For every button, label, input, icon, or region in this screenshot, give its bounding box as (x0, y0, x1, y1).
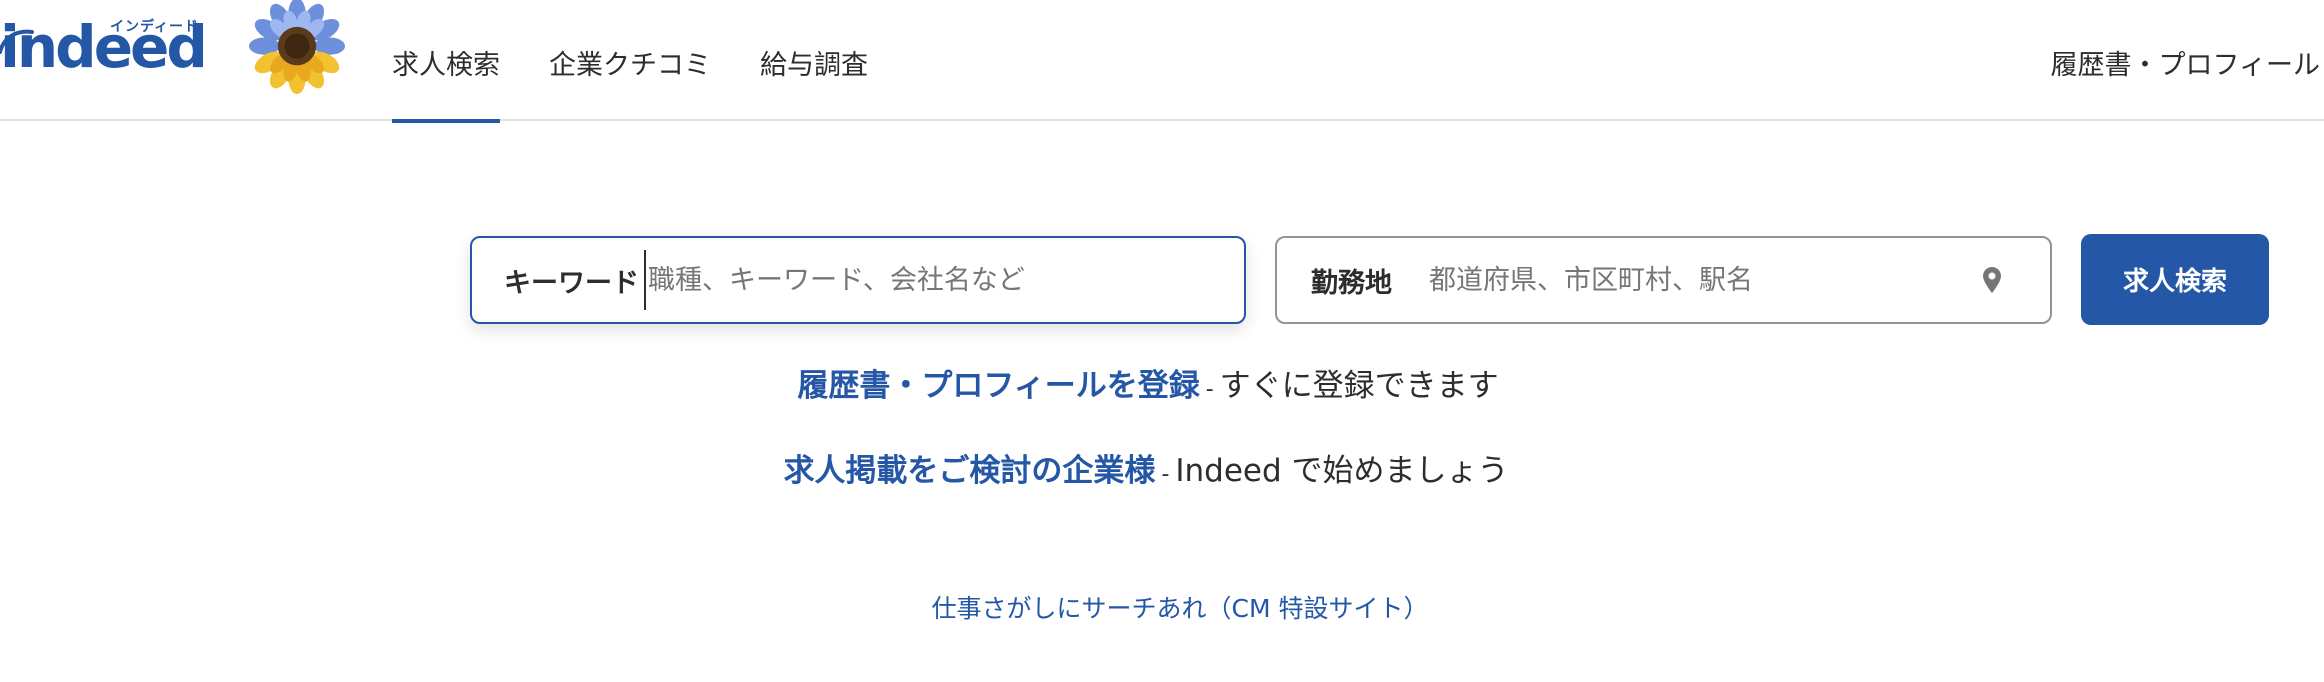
promo-resume-text: すぐに登録できます (1219, 368, 1499, 404)
keyword-input[interactable] (644, 250, 1214, 310)
keyword-search-box[interactable]: キーワード (470, 236, 1246, 324)
cm-site-link[interactable]: 仕事さがしにサーチあれ（CM 特設サイト） (932, 594, 1429, 623)
cm-site-link-row: 仕事さがしにサーチあれ（CM 特設サイト） (0, 589, 2324, 625)
location-input[interactable] (1427, 250, 1972, 310)
location-search-box[interactable]: 勤務地 (1275, 236, 2052, 324)
location-label: 勤務地 (1311, 267, 1392, 299)
location-pin-icon[interactable] (1972, 260, 2012, 300)
promo-employers: 求人掲載をご検討の企業様 - Indeed で始めましょう (0, 445, 2308, 490)
search-jobs-button[interactable]: 求人検索 (2081, 234, 2269, 325)
nav-tab-company-reviews[interactable]: 企業クチコミ (549, 0, 711, 121)
main-nav: 求人検索 企業クチコミ 給与調査 (392, 0, 917, 123)
promo-resume-link[interactable]: 履歴書・プロフィールを登録 (797, 368, 1199, 404)
promo-employers-link[interactable]: 求人掲載をご検討の企業様 (783, 453, 1155, 489)
nav-tab-salary-search[interactable]: 給与調査 (760, 0, 868, 121)
indeed-logo[interactable]: indeed インディード (0, 10, 212, 81)
keyword-label: キーワード (504, 267, 639, 299)
promo-separator: - (1161, 462, 1170, 487)
resume-profile-link[interactable]: 履歴書・プロフィール (2051, 43, 2320, 82)
logo-kana: インディード (110, 19, 200, 35)
promo-resume: 履歴書・プロフィールを登録 - すぐに登録できます (0, 360, 2310, 405)
promo-employers-text: Indeed で始めましょう (1175, 453, 1509, 489)
top-navigation-bar: indeed インディード 求人検索 企業クチコミ 給与調査 履歴書・プロフィー… (0, 0, 2324, 123)
sunflower-icon (249, 0, 345, 95)
nav-tab-job-search[interactable]: 求人検索 (392, 0, 500, 123)
promo-separator: - (1205, 377, 1214, 402)
